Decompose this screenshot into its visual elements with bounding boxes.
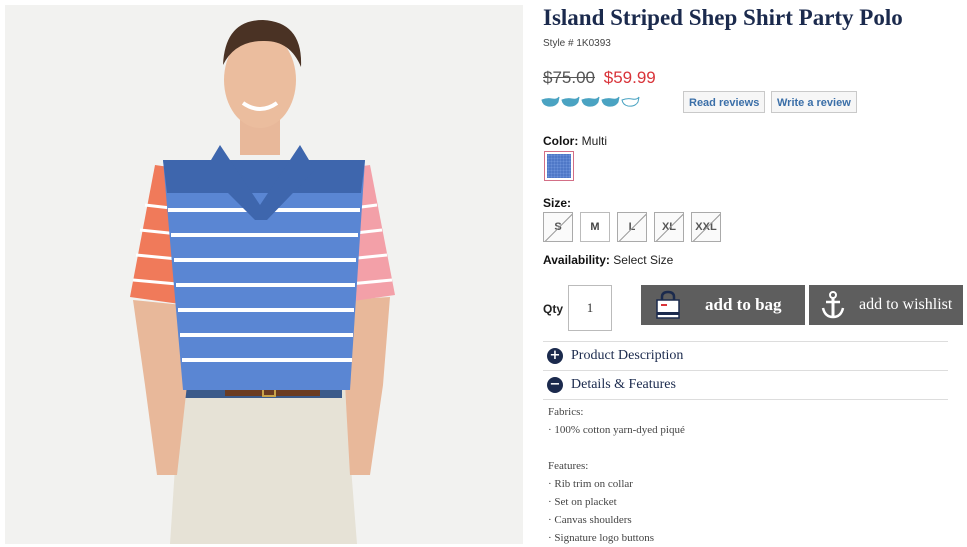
size-l-button[interactable]: L — [617, 212, 647, 242]
feature-item: · Rib trim on collar — [548, 478, 633, 490]
feature-item: · Signature logo buttons — [548, 532, 655, 544]
fabrics-label: Fabrics: — [548, 406, 584, 418]
add-to-wishlist-label: add to wishlist — [859, 296, 953, 313]
sale-price: $59.99 — [603, 68, 656, 87]
size-m-button[interactable]: M — [580, 212, 610, 242]
anchor-icon — [821, 291, 845, 319]
feature-item: · Canvas shoulders — [548, 514, 632, 526]
whale-rating-icon — [541, 96, 560, 107]
availability-row: Availability: Select Size — [543, 253, 673, 267]
details-features-label: Details & Features — [571, 377, 676, 392]
product-info-panel: Island Striped Shep Shirt Party Polo Sty… — [541, 0, 967, 547]
minus-icon: − — [547, 377, 563, 393]
product-title: Island Striped Shep Shirt Party Polo — [543, 5, 903, 30]
size-label-row: Size: — [543, 196, 571, 210]
qty-label: Qty — [543, 302, 564, 316]
original-price: $75.00 — [543, 68, 595, 87]
rating-stars — [541, 94, 640, 108]
size-xl-button[interactable]: XL — [654, 212, 684, 242]
price: $75.00 $59.99 — [543, 68, 656, 88]
color-row: Color: Multi — [543, 134, 607, 148]
qty-input[interactable]: 1 — [568, 285, 612, 331]
availability-value: Select Size — [613, 253, 674, 267]
style-number: Style # 1K0393 — [543, 38, 611, 49]
feature-item: · Set on placket — [548, 496, 617, 508]
color-swatch-multi[interactable] — [544, 151, 574, 181]
size-label: Size: — [543, 196, 572, 210]
product-photo-svg — [130, 20, 395, 544]
add-to-wishlist-button[interactable]: add to wishlist — [809, 285, 963, 325]
bag-icon — [656, 290, 680, 319]
color-label: Color: — [543, 134, 579, 148]
plus-icon: + — [547, 348, 563, 364]
whale-rating-icon — [561, 96, 580, 107]
size-xxl-button[interactable]: XXL — [691, 212, 721, 242]
details-features-toggle[interactable]: − Details & Features — [543, 370, 948, 400]
features-label: Features: — [548, 460, 589, 472]
color-value: Multi — [581, 134, 608, 148]
fabric-item: · 100% cotton yarn-dyed piqué — [548, 424, 685, 436]
product-description-toggle[interactable]: + Product Description — [543, 341, 948, 370]
add-to-bag-label: add to bag — [705, 295, 782, 314]
product-description-label: Product Description — [571, 348, 684, 363]
whale-rating-icon — [601, 96, 620, 107]
availability-label: Availability: — [543, 253, 610, 267]
whale-rating-icon — [621, 96, 640, 107]
product-image[interactable] — [5, 5, 523, 544]
add-to-bag-button[interactable]: add to bag — [641, 285, 805, 325]
write-review-button[interactable]: Write a review — [771, 91, 857, 113]
whale-rating-icon — [581, 96, 600, 107]
details-content: Fabrics: · 100% cotton yarn-dyed piqué F… — [548, 403, 685, 547]
read-reviews-button[interactable]: Read reviews — [683, 91, 766, 113]
size-s-button[interactable]: S — [543, 212, 573, 242]
